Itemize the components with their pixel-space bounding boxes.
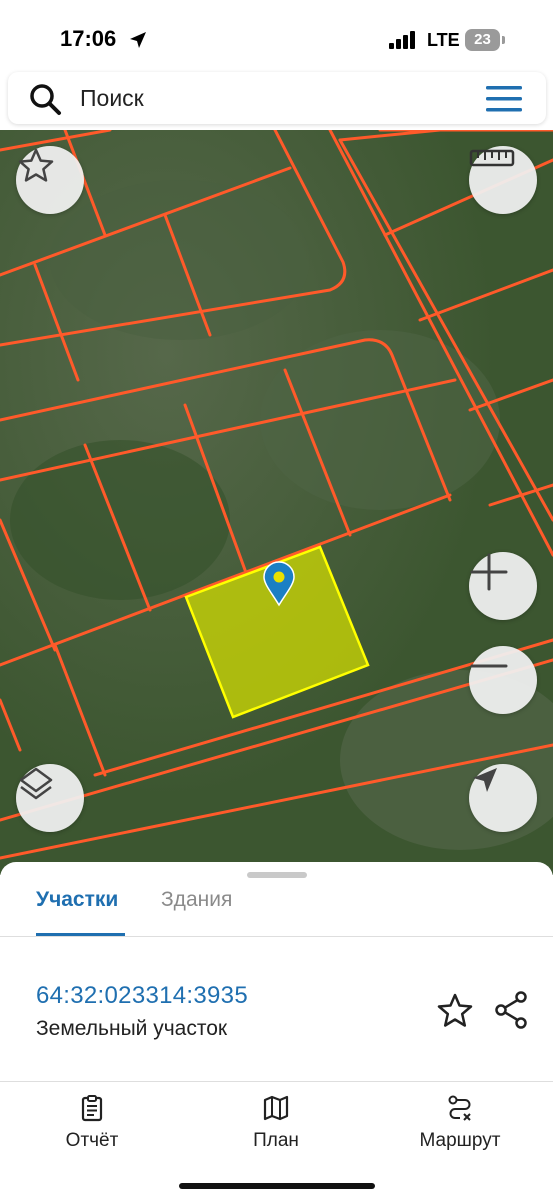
- star-icon: [18, 148, 54, 182]
- minus-icon: [470, 664, 508, 668]
- nav-route[interactable]: Маршрут: [400, 1094, 520, 1152]
- battery-icon: 23: [465, 29, 505, 51]
- map-view[interactable]: [0, 130, 553, 875]
- nav-report[interactable]: Отчёт: [52, 1094, 132, 1152]
- route-icon: [448, 1095, 471, 1121]
- tab-buildings[interactable]: Здания: [161, 888, 232, 912]
- signal-icon: [389, 31, 415, 49]
- nav-plan-label: План: [253, 1130, 299, 1151]
- nav-report-label: Отчёт: [65, 1130, 119, 1151]
- location-arrow-icon: [130, 32, 146, 48]
- tabs-divider: [0, 936, 553, 937]
- parcel-type: Земельный участок: [36, 1017, 228, 1040]
- bottom-sheet: Участки Здания 64:32:023314:3935 Земельн…: [0, 862, 553, 1200]
- parcel-cadastral-number[interactable]: 64:32:023314:3935: [36, 982, 248, 1010]
- zoom-in-button[interactable]: [469, 552, 537, 620]
- nav-plan[interactable]: План: [236, 1094, 316, 1152]
- search-input[interactable]: [80, 84, 460, 112]
- status-time: 17:06: [60, 26, 117, 51]
- home-indicator: [179, 1183, 375, 1189]
- share-icon[interactable]: [492, 990, 530, 1030]
- battery-level: 23: [474, 31, 491, 48]
- search-icon: [30, 84, 61, 115]
- zoom-out-button[interactable]: [469, 646, 537, 714]
- network-type: LTE: [427, 30, 460, 50]
- drag-handle[interactable]: [247, 872, 307, 878]
- locate-me-button[interactable]: [469, 764, 537, 832]
- map-icon: [263, 1095, 289, 1121]
- navigation-arrow-icon: [473, 768, 497, 792]
- favorite-map-button[interactable]: [16, 146, 84, 214]
- layers-icon: [19, 767, 53, 800]
- menu-icon[interactable]: [484, 84, 524, 114]
- ruler-button[interactable]: [469, 146, 537, 214]
- clipboard-icon: [81, 1095, 103, 1122]
- nav-route-label: Маршрут: [419, 1130, 501, 1151]
- status-bar: 17:06 LTE 23: [0, 0, 553, 70]
- plus-icon: [470, 553, 508, 591]
- layers-button[interactable]: [16, 764, 84, 832]
- ruler-icon: [469, 149, 515, 167]
- tab-parcels[interactable]: Участки: [36, 888, 118, 912]
- search-bar[interactable]: [8, 72, 546, 124]
- star-icon[interactable]: [436, 992, 474, 1030]
- sheet-divider: [0, 1081, 553, 1082]
